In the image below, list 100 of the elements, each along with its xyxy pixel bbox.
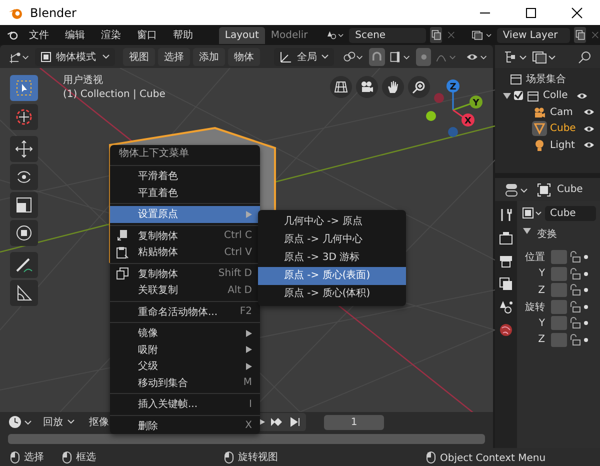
eye-icon[interactable] — [583, 107, 595, 118]
menu-item[interactable]: 父级 — [110, 358, 260, 374]
gizmo-axis[interactable]: Y — [470, 96, 482, 108]
annotate-tool-button[interactable] — [10, 252, 38, 278]
keyframe-dot-icon[interactable] — [583, 287, 589, 294]
zoom-icon[interactable] — [408, 76, 430, 98]
cursor-tool-button[interactable] — [10, 104, 38, 130]
lock-icon[interactable] — [569, 334, 581, 346]
printer-tab-icon[interactable] — [498, 253, 514, 269]
menu-item[interactable]: 编辑 — [58, 28, 91, 42]
menu-item[interactable]: 平直着色 — [110, 184, 260, 201]
select-box-tool-button[interactable] — [10, 75, 38, 101]
image-stack-icon[interactable] — [531, 48, 557, 64]
link-icon[interactable] — [342, 48, 365, 64]
frame-field[interactable]: 1 — [324, 414, 384, 430]
lock-icon[interactable] — [569, 251, 581, 264]
value-field[interactable] — [551, 266, 567, 281]
mode-dropdown[interactable]: 物体模式 — [34, 48, 116, 66]
scene-tab-icon[interactable] — [498, 299, 514, 315]
snap-target-icon[interactable] — [388, 48, 412, 64]
expand-toggle-icon[interactable] — [503, 92, 511, 100]
timeline-menu[interactable]: 回放 — [38, 415, 80, 429]
transform-tool-button[interactable] — [10, 220, 38, 246]
outliner-item[interactable]: Light — [550, 140, 576, 151]
header-menu[interactable]: 选择 — [158, 48, 190, 66]
keyframe-dot-icon[interactable] — [583, 270, 589, 277]
move-tool-button[interactable] — [10, 136, 38, 162]
value-field[interactable] — [551, 250, 567, 264]
scene-field[interactable]: Scene — [349, 28, 426, 42]
menu-item[interactable]: 设置原点 — [110, 206, 260, 222]
scale-tool-button[interactable] — [10, 192, 38, 218]
lock-icon[interactable] — [569, 317, 581, 330]
workspace-tab[interactable]: Modelir — [264, 26, 314, 44]
menu-item[interactable]: 原点 -> 几何中心 — [258, 231, 406, 249]
header-menu[interactable]: 视图 — [123, 48, 156, 66]
gizmo-handle[interactable] — [448, 127, 458, 137]
value-field[interactable] — [551, 332, 567, 347]
keyframe-dot-icon[interactable] — [583, 336, 589, 343]
keyframe-dot-icon[interactable] — [583, 320, 589, 326]
render-tab-icon[interactable] — [498, 230, 514, 246]
globe-tab-icon[interactable] — [498, 322, 514, 338]
menu-item[interactable]: 移动到集合 M — [110, 374, 260, 391]
header-menu[interactable]: 物体 — [228, 48, 260, 66]
checkbox[interactable] — [514, 91, 523, 100]
view-layer-field[interactable]: View Layer — [496, 28, 570, 42]
menu-item[interactable]: 关联复制 Alt D — [110, 282, 260, 298]
object-name-field[interactable]: Cube — [545, 206, 596, 220]
gizmo-axis[interactable]: Z — [446, 80, 460, 92]
clock-icon[interactable] — [8, 414, 34, 430]
eye-icon[interactable] — [583, 124, 595, 134]
menu-item[interactable]: 帮助 — [166, 28, 199, 42]
lock-icon[interactable] — [569, 300, 581, 313]
menu-item[interactable]: 删除 X — [110, 418, 260, 434]
menu-item[interactable]: 复制物体 Shift D — [110, 266, 260, 282]
lock-icon[interactable] — [569, 284, 581, 296]
menu-item[interactable]: 原点 -> 质心(表面) — [258, 267, 406, 285]
search-icon[interactable] — [578, 50, 592, 64]
measure-tool-button[interactable] — [10, 280, 38, 306]
proportional-edit-icon[interactable] — [416, 48, 432, 66]
menu-item[interactable]: 复制物体 Ctrl C — [110, 228, 260, 244]
grid-view-icon[interactable] — [330, 76, 352, 98]
scene-collection-label[interactable]: 场景集合 — [526, 72, 566, 86]
menu-item[interactable]: 渲染 — [94, 28, 127, 42]
keyframe-dot-icon[interactable] — [583, 254, 589, 260]
hand-icon[interactable] — [382, 76, 404, 98]
keyframe-dot-icon[interactable] — [583, 304, 589, 310]
menu-item[interactable]: 窗口 — [130, 28, 163, 42]
panel-title[interactable]: 变换 — [537, 227, 557, 241]
expand-toggle-icon[interactable] — [523, 227, 531, 235]
menu-item[interactable]: 重命名活动物体... F2 — [110, 304, 260, 320]
image-stack-tab-icon[interactable] — [498, 276, 514, 292]
object-type-icon[interactable] — [521, 205, 543, 221]
menu-item[interactable]: 原点 -> 质心(体积) — [258, 285, 406, 303]
menu-item[interactable]: 镜像 — [110, 325, 260, 342]
gizmo-axis[interactable]: X — [462, 114, 474, 126]
copy-icon[interactable] — [430, 27, 442, 43]
eye-icon[interactable] — [576, 90, 588, 101]
menu-item[interactable]: 几何中心 -> 原点 — [258, 213, 406, 231]
workspace-tab[interactable]: Layout — [218, 26, 265, 44]
value-field[interactable] — [551, 300, 567, 314]
magnet-icon[interactable] — [368, 48, 385, 66]
orientation-dropdown[interactable]: 全局 — [274, 48, 334, 66]
eye-icon[interactable] — [583, 140, 595, 150]
menu-item[interactable]: 吸附 — [110, 342, 260, 358]
copy-icon[interactable] — [574, 27, 586, 43]
rotate-tool-button[interactable] — [10, 164, 38, 190]
list-icon[interactable] — [503, 48, 529, 64]
header-menu[interactable]: 添加 — [193, 48, 226, 66]
menu-item[interactable]: 粘贴物体 Ctrl V — [110, 244, 260, 260]
lock-icon[interactable] — [569, 268, 581, 280]
menu-item[interactable]: 插入关键帧... I — [110, 396, 260, 412]
camera-icon[interactable] — [356, 76, 378, 98]
menu-item[interactable]: 原点 -> 3D 游标 — [258, 249, 406, 267]
menu-item[interactable]: 文件 — [22, 28, 55, 42]
outliner-item[interactable]: Cam — [550, 106, 576, 118]
value-field[interactable] — [551, 283, 567, 298]
outliner-item[interactable]: Cube — [550, 123, 576, 134]
value-field[interactable] — [551, 316, 567, 330]
menu-item[interactable]: 平滑着色 — [110, 168, 260, 184]
outliner-item[interactable]: Colle — [543, 90, 569, 102]
